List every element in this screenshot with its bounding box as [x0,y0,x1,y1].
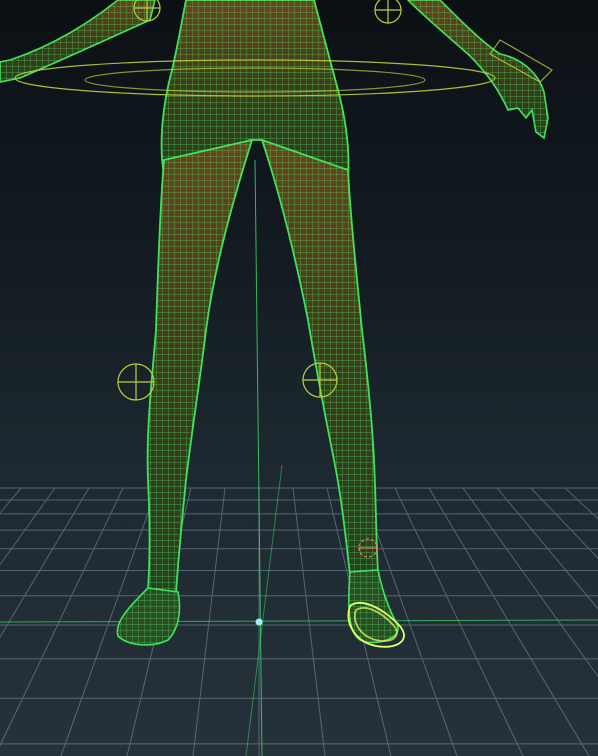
pivot-point[interactable] [255,618,263,626]
shoulder-control-right[interactable] [374,0,402,24]
grid-line-depth [192,487,226,756]
knee-control-right[interactable] [302,362,338,398]
grid-line-depth [394,487,524,756]
knee-control-left[interactable] [117,363,155,401]
guide-line [245,464,283,756]
3d-viewport[interactable] [0,0,598,756]
grid-line-depth [428,487,590,756]
character-mesh[interactable] [0,0,549,646]
grid-line-depth [496,487,598,610]
grid-line-depth [292,487,326,756]
